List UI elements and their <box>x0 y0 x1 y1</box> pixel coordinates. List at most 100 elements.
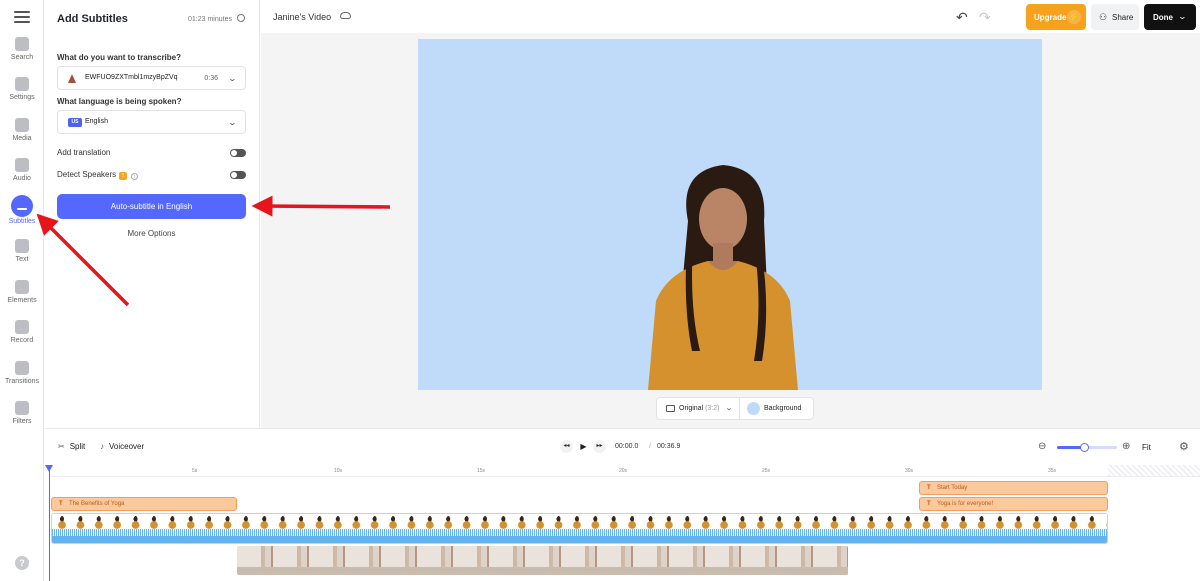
text-clip[interactable]: T Yoga is for everyone! <box>919 497 1108 511</box>
text-clip[interactable]: T The Benefits of Yoga <box>51 497 237 511</box>
text-clip-label: Start Today <box>937 485 968 491</box>
record-icon <box>15 320 29 334</box>
text-clip-label: The Benefits of Yoga <box>69 501 125 507</box>
file-name: EWFUO9ZXTmbl1mzyBpZVq <box>85 74 178 81</box>
plus-icon <box>15 118 29 132</box>
file-duration: 0:36 <box>204 75 218 82</box>
done-button[interactable]: Done ⌄ <box>1144 4 1196 30</box>
add-translation-row: Add translation <box>57 148 246 160</box>
gear-icon[interactable]: ⚙ <box>1179 440 1189 453</box>
sidebar-item-label: Elements <box>7 297 37 304</box>
timeline: ✂ Split ♪ Voiceover ◂◂ ▶ ▸▸ 00:00.0 / 00:3… <box>45 428 1200 581</box>
aspect-ratio-icon <box>666 405 675 412</box>
text-icon: T <box>927 485 931 491</box>
share-button[interactable]: ⚇ Share <box>1091 4 1139 30</box>
detect-speakers-row: Detect Speakers! i <box>57 170 246 182</box>
sidebar-item-label: Media <box>12 135 32 142</box>
panel-title: Add Subtitles <box>57 13 128 25</box>
sidebar-item-label: Search <box>10 54 34 61</box>
add-translation-toggle[interactable] <box>230 149 246 157</box>
elements-icon <box>15 280 29 294</box>
microphone-icon: ♪ <box>100 442 104 451</box>
language-question: What language is being spoken? <box>57 97 182 106</box>
canvas-controls: Original (3:2) ⌄ Background <box>656 397 814 420</box>
ruler-label: 35s <box>1048 468 1057 474</box>
add-person-icon: ⚇ <box>1099 12 1108 22</box>
zoom-out-icon[interactable]: ⊖ <box>1038 441 1046 452</box>
presenter-image <box>648 165 798 390</box>
zoom-slider[interactable] <box>1057 443 1117 452</box>
sidebar-item-filters[interactable]: Filters <box>0 399 44 439</box>
zoom-slider-handle[interactable] <box>1080 443 1089 452</box>
aspect-label: Original <box>679 405 704 412</box>
subtitles-icon <box>11 195 33 217</box>
current-time: 00:00.0 <box>615 443 639 450</box>
sidebar-item-label: Record <box>10 337 34 344</box>
left-rail: Search Settings Media Audio Subtitles Te… <box>0 0 44 581</box>
transitions-icon <box>15 361 29 375</box>
gear-icon <box>15 77 29 91</box>
ruler-label: 15s <box>477 468 486 474</box>
redo-icon[interactable]: ↷ <box>979 9 991 26</box>
timeline-ruler[interactable]: 5s 10s 15s 20s 25s 30s 35s <box>51 465 1200 477</box>
ruler-label: 5s <box>192 468 198 474</box>
time-separator: / <box>649 443 651 450</box>
broll-video-clip[interactable] <box>237 546 848 575</box>
sidebar-item-subtitles[interactable]: Subtitles <box>0 195 44 237</box>
info-icon[interactable]: i <box>131 173 139 180</box>
cloud-saved-icon <box>340 12 351 19</box>
text-icon: T <box>59 501 63 507</box>
help-icon[interactable]: ? <box>15 556 29 570</box>
zoom-in-icon[interactable]: ⊕ <box>1122 441 1130 452</box>
sidebar-item-label: Text <box>15 256 29 263</box>
auto-subtitle-button[interactable]: Auto-subtitle in English <box>57 194 246 219</box>
playhead[interactable] <box>45 465 53 581</box>
lightning-icon: ⚡ <box>1067 10 1081 24</box>
play-icon[interactable]: ▶ <box>576 439 591 454</box>
language-value: English <box>85 118 108 125</box>
sidebar-item-audio[interactable]: Audio <box>0 156 44 196</box>
hamburger-menu-icon[interactable] <box>14 11 30 23</box>
background-button[interactable]: Background <box>741 398 815 419</box>
upgrade-label: Upgrade <box>1034 13 1067 22</box>
sidebar-item-label: Filters <box>12 418 32 425</box>
done-label: Done <box>1153 13 1173 22</box>
skip-back-icon[interactable]: ◂◂ <box>560 440 573 453</box>
split-button[interactable]: ✂ Split <box>58 442 85 451</box>
sidebar-item-label: Audio <box>13 175 31 182</box>
chevron-down-icon: ⌄ <box>227 74 238 83</box>
text-clip-label: Yoga is for everyone! <box>937 501 994 507</box>
fit-button[interactable]: Fit <box>1142 443 1151 452</box>
skip-forward-icon[interactable]: ▸▸ <box>593 440 606 453</box>
main-video-clip[interactable] <box>51 513 1108 544</box>
timeline-end-hatch <box>1108 465 1200 476</box>
project-name[interactable]: Janine's Video <box>273 12 331 22</box>
sidebar-item-settings[interactable]: Settings <box>0 75 44 115</box>
aspect-ratio-value: (3:2) <box>705 405 720 412</box>
aspect-ratio-select[interactable]: Original (3:2) ⌄ <box>657 398 740 419</box>
text-icon <box>15 239 29 253</box>
text-clip[interactable]: T Start Today <box>919 481 1108 495</box>
language-select[interactable]: US English ⌄ <box>57 110 246 134</box>
sidebar-item-label: Transitions <box>5 378 39 385</box>
sidebar-item-text[interactable]: Text <box>0 237 44 277</box>
background-label: Background <box>764 405 802 412</box>
sidebar-item-search[interactable]: Search <box>0 35 44 75</box>
media-file-select[interactable]: EWFUO9ZXTmbl1mzyBpZVq 0:36 ⌄ <box>57 66 246 90</box>
undo-icon[interactable]: ↶ <box>956 9 968 26</box>
transcribe-question: What do you want to transcribe? <box>57 53 182 62</box>
video-preview[interactable] <box>418 39 1042 390</box>
sidebar-item-elements[interactable]: Elements <box>0 278 44 318</box>
voiceover-button[interactable]: ♪ Voiceover <box>100 442 144 451</box>
sidebar-item-transitions[interactable]: Transitions <box>0 359 44 399</box>
detect-speakers-toggle[interactable] <box>230 171 246 179</box>
upgrade-button[interactable]: Upgrade ⚡ <box>1026 4 1086 30</box>
voiceover-label: Voiceover <box>109 442 145 451</box>
sidebar-item-label: Subtitles <box>8 218 36 225</box>
sidebar-item-record[interactable]: Record <box>0 318 44 358</box>
sidebar-item-media[interactable]: Media <box>0 116 44 156</box>
ruler-label: 10s <box>334 468 343 474</box>
add-translation-label: Add translation <box>57 148 111 157</box>
more-options-link[interactable]: More Options <box>57 229 246 238</box>
text-icon: T <box>927 501 931 507</box>
